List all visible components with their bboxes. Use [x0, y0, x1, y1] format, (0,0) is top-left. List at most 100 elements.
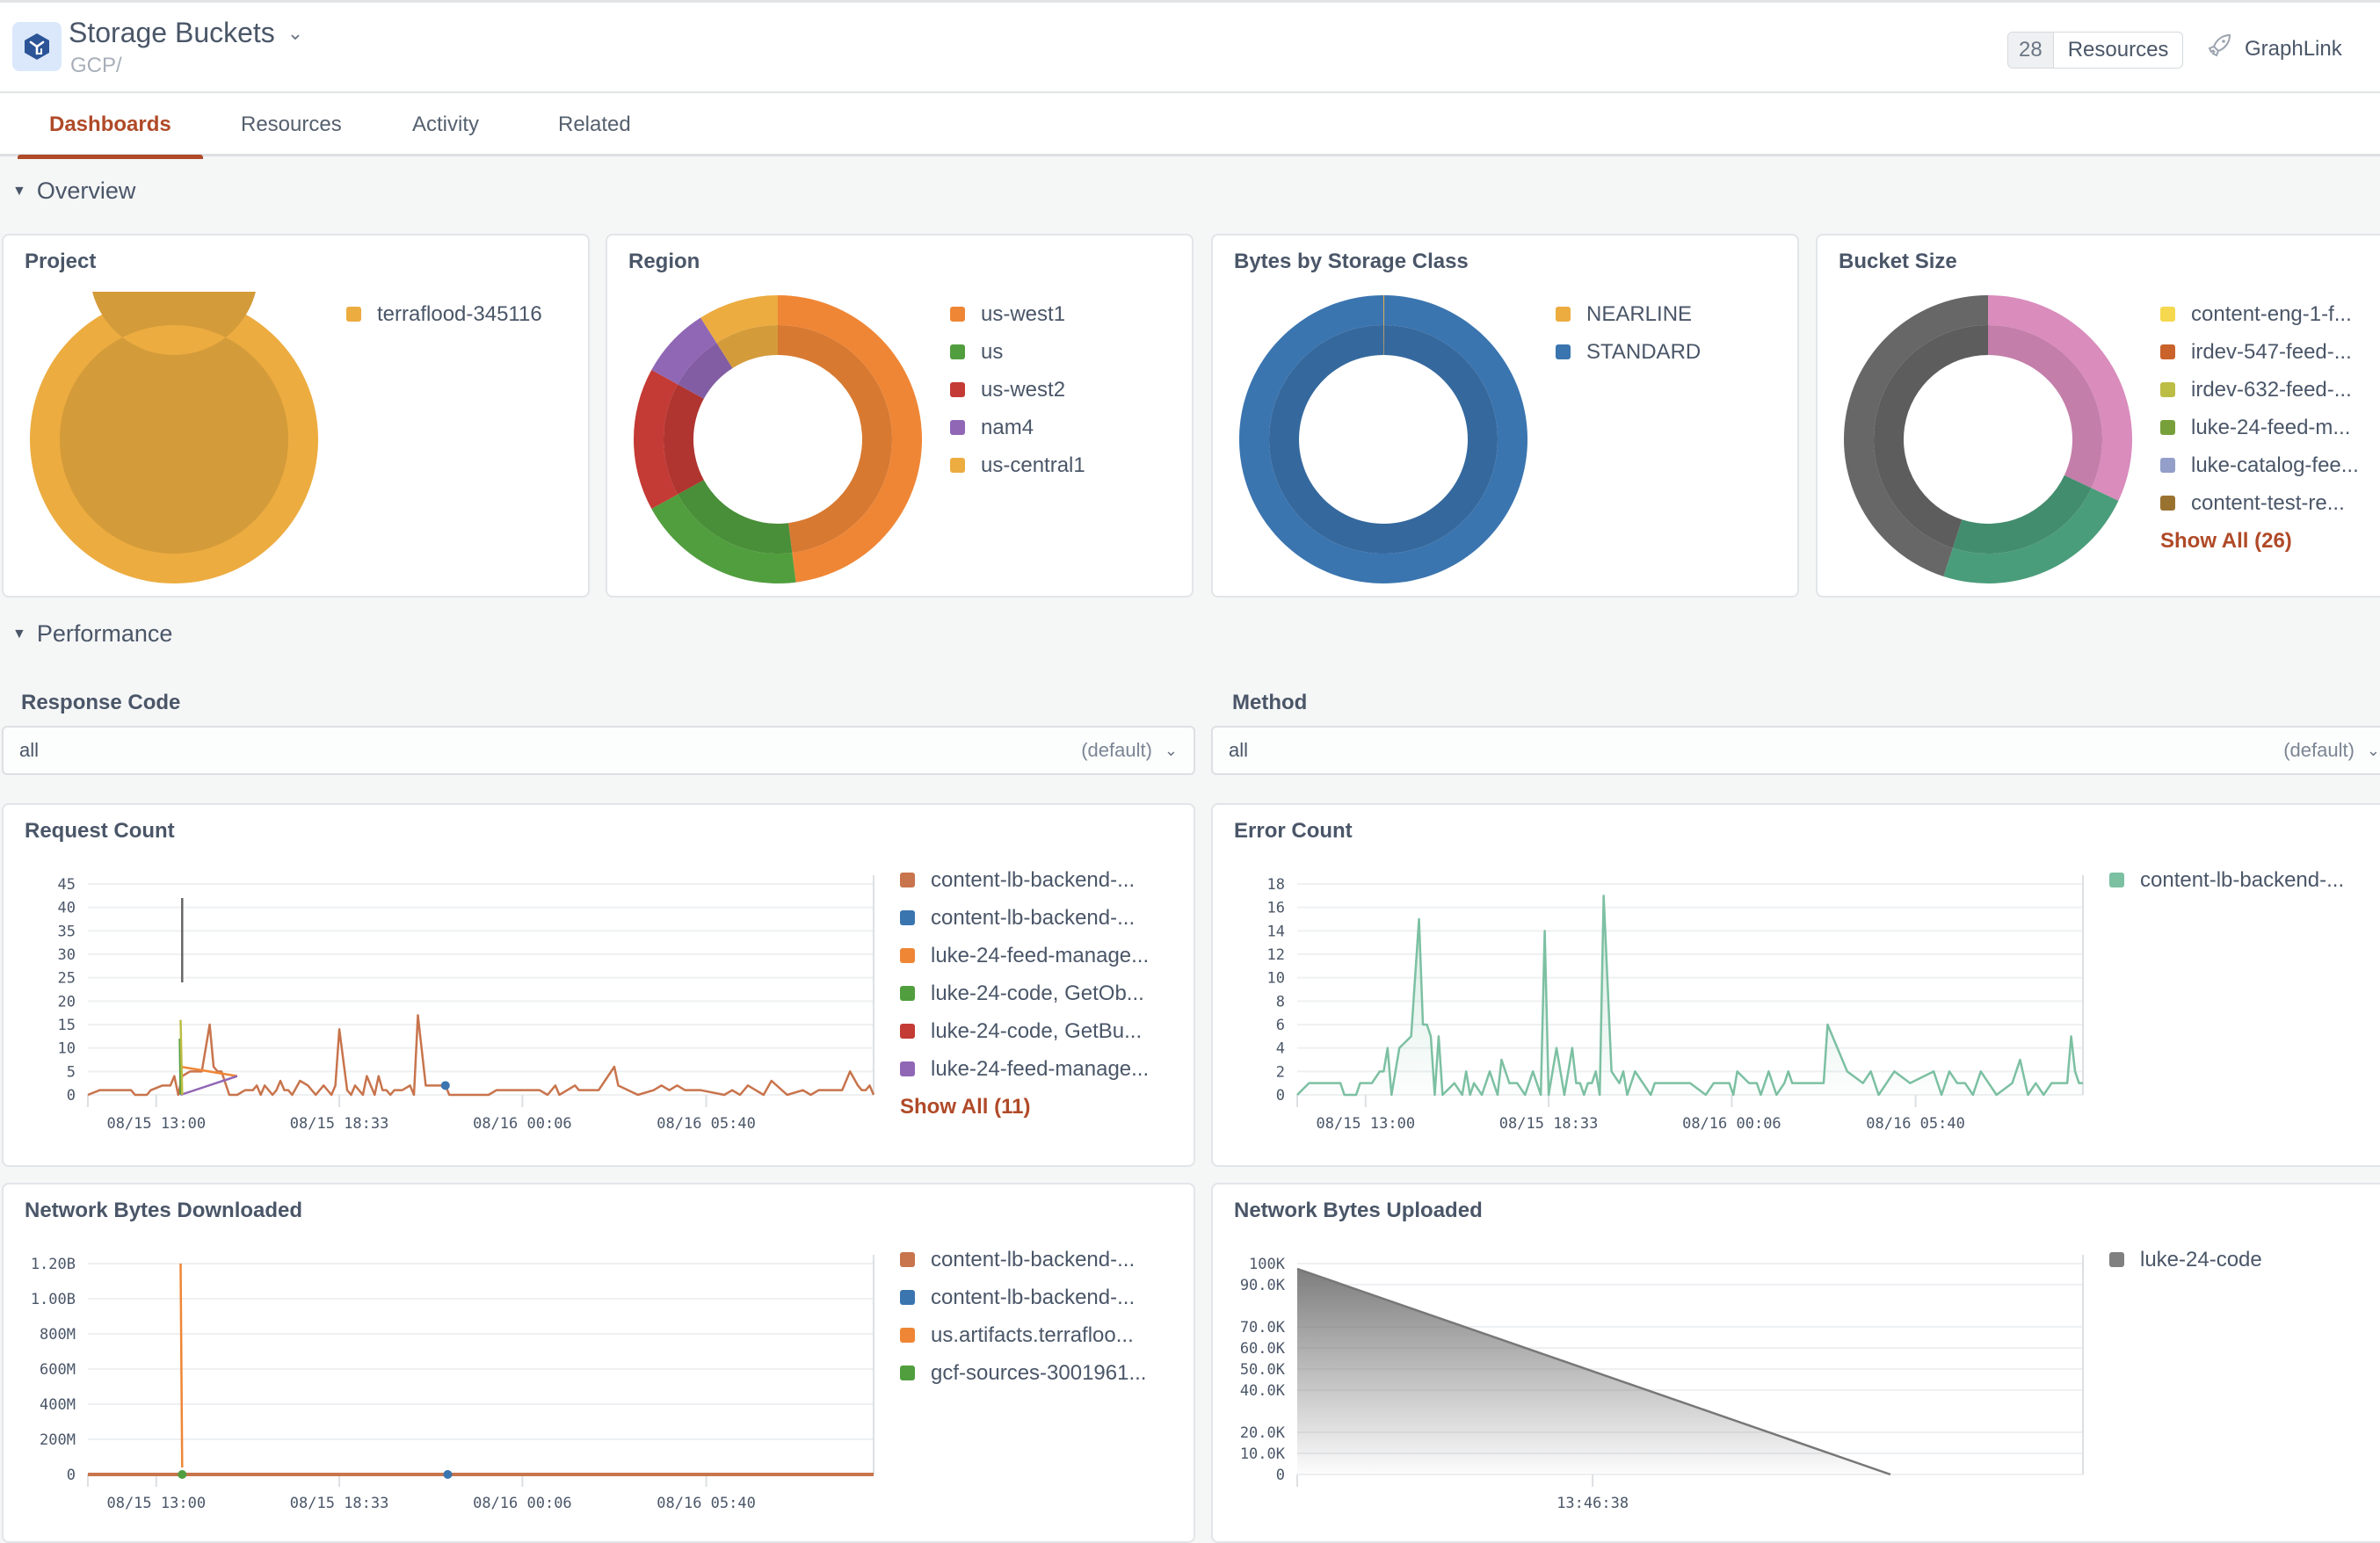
storage-class-card: Bytes by Storage Class NEARLINE STANDARD [1211, 234, 1799, 598]
series-point[interactable] [440, 1081, 450, 1090]
graphlink-button[interactable]: GraphLink [2206, 33, 2342, 65]
legend-item[interactable]: us-central1 [950, 446, 1085, 484]
caret-down-icon: ▼ [12, 183, 26, 199]
chevron-down-icon: ⌄ [1164, 741, 1178, 759]
legend-item[interactable]: NEARLINE [1556, 295, 1701, 333]
breadcrumb[interactable]: GCP/ [70, 54, 122, 78]
overview-section-toggle[interactable]: ▼ Overview [12, 177, 135, 205]
legend-item[interactable]: gcf-sources-3001961... [900, 1354, 1146, 1392]
response-code-select[interactable]: all (default) ⌄ [2, 726, 1195, 775]
resource-type-selector[interactable]: Storage Buckets ⌄ [69, 17, 303, 49]
error-count-card: Error Count 0 2 4 6 8 10 12 14 16 18 08/15 13:00 08… [1211, 803, 2380, 1167]
tab-label: Dashboards [49, 112, 171, 136]
series-line[interactable] [179, 1263, 184, 1468]
legend-label: irdev-632-feed-... [2191, 377, 2352, 402]
legend-swatch [900, 986, 915, 1001]
series-point[interactable] [443, 1470, 453, 1479]
caret-down-icon: ▼ [12, 626, 26, 641]
y-tick-label: 35 [58, 923, 76, 940]
legend-swatch [900, 1252, 915, 1267]
legend-swatch [950, 382, 965, 397]
y-tick-label: 0 [67, 1467, 76, 1484]
method-select[interactable]: all (default) ⌄ [1211, 726, 2380, 775]
y-tick-label: 2 [1276, 1063, 1285, 1081]
legend-item[interactable]: content-lb-backend-... [900, 1279, 1146, 1316]
legend-item[interactable]: content-lb-backend-... [900, 861, 1149, 899]
legend-swatch [900, 1061, 915, 1076]
pie-slice[interactable] [1988, 295, 2132, 501]
legend-label: content-lb-backend-... [931, 1247, 1136, 1271]
y-tick-label: 10.0K [1240, 1445, 1286, 1463]
x-tick-label: 08/15 18:33 [1499, 1115, 1599, 1130]
legend-item[interactable]: irdev-547-feed-... [2160, 333, 2359, 371]
legend-item[interactable]: us.artifacts.terrafloo... [900, 1316, 1146, 1354]
legend-item[interactable]: content-lb-backend-... [2109, 861, 2344, 899]
bucket-size-legend: content-eng-1-f... irdev-547-feed-... irde… [2160, 295, 2359, 560]
y-tick-label: 50.0K [1240, 1361, 1286, 1379]
region-donut [634, 295, 923, 583]
y-tick-label: 12 [1267, 946, 1285, 964]
legend-item[interactable]: luke-24-feed-manage... [900, 937, 1149, 974]
legend-item[interactable]: STANDARD [1556, 333, 1701, 371]
show-all-link[interactable]: Show All (26) [2160, 522, 2359, 560]
resources-count-button[interactable]: 28 Resources [2007, 32, 2184, 69]
x-tick-label: 08/16 00:06 [473, 1495, 572, 1510]
legend-label: us-central1 [981, 453, 1085, 477]
legend-item[interactable]: us [950, 333, 1085, 371]
y-tick-label: 1.20B [31, 1256, 76, 1273]
y-tick-label: 15 [58, 1017, 76, 1034]
graphlink-label: GraphLink [2245, 36, 2342, 61]
section-title: Overview [36, 177, 136, 204]
card-title: Region [628, 250, 700, 273]
y-tick-label: 200M [40, 1431, 76, 1449]
legend-item[interactable]: nam4 [950, 409, 1085, 446]
y-tick-label: 20.0K [1240, 1424, 1286, 1442]
legend-item[interactable]: content-eng-1-f... [2160, 295, 2359, 333]
x-tick-label: 08/15 18:33 [290, 1115, 389, 1130]
legend-item[interactable]: luke-24-feed-manage... [900, 1050, 1149, 1088]
y-tick-label: 45 [58, 876, 76, 894]
bucket-size-card: Bucket Size content-eng-1-f... irdev-547-… [1816, 234, 2380, 598]
legend-label: content-lb-backend-... [931, 867, 1136, 892]
select-hint: (default) [1081, 739, 1152, 761]
storage-class-donut [1239, 295, 1527, 583]
y-tick-label: 40.0K [1240, 1382, 1286, 1400]
y-tick-label: 0 [1276, 1087, 1285, 1105]
legend-item[interactable]: irdev-632-feed-... [2160, 371, 2359, 409]
show-all-link[interactable]: Show All (11) [900, 1088, 1149, 1126]
series-point[interactable] [178, 1470, 187, 1479]
legend-item[interactable]: content-lb-backend-... [900, 899, 1149, 937]
x-tick-label: 08/15 13:00 [1316, 1115, 1415, 1130]
legend-swatch [900, 1328, 915, 1343]
performance-section-toggle[interactable]: ▼ Performance [12, 620, 172, 648]
legend-item[interactable]: content-test-re... [2160, 484, 2359, 522]
legend-item[interactable]: luke-24-code, GetOb... [900, 974, 1149, 1012]
x-tick-label: 08/15 18:33 [290, 1495, 389, 1510]
legend-item[interactable]: us-west2 [950, 371, 1085, 409]
response-code-label: Response Code [21, 691, 181, 714]
legend-label: NEARLINE [1586, 301, 1693, 326]
legend-item[interactable]: luke-24-code [2109, 1241, 2262, 1279]
project-card: Project terraflood-345116 [2, 234, 590, 598]
tab-resources[interactable]: Resources [241, 93, 342, 156]
y-tick-label: 4 [1276, 1040, 1285, 1058]
legend-item[interactable]: luke-24-feed-m... [2160, 409, 2359, 446]
legend-item[interactable]: us-west1 [950, 295, 1085, 333]
legend-item[interactable]: terraflood-345116 [346, 295, 542, 333]
legend-label: us-west2 [981, 377, 1066, 402]
select-value: all [19, 739, 40, 761]
series-line[interactable] [87, 1014, 875, 1097]
card-title: Bytes by Storage Class [1234, 250, 1469, 273]
tab-dashboards[interactable]: Dashboards [18, 93, 203, 159]
legend-label: luke-24-feed-manage... [931, 943, 1150, 967]
select-value: all [1229, 739, 1249, 761]
y-tick-label: 600M [40, 1361, 76, 1379]
y-tick-label: 90.0K [1240, 1277, 1286, 1294]
x-tick-label: 13:46:38 [1556, 1495, 1629, 1510]
tab-related[interactable]: Related [558, 93, 631, 156]
legend-item[interactable]: luke-catalog-fee... [2160, 446, 2359, 484]
legend-item[interactable]: luke-24-code, GetBu... [900, 1012, 1149, 1050]
tab-activity[interactable]: Activity [412, 93, 479, 156]
legend-item[interactable]: content-lb-backend-... [900, 1241, 1146, 1279]
legend-label: luke-24-code, GetBu... [931, 1018, 1143, 1043]
